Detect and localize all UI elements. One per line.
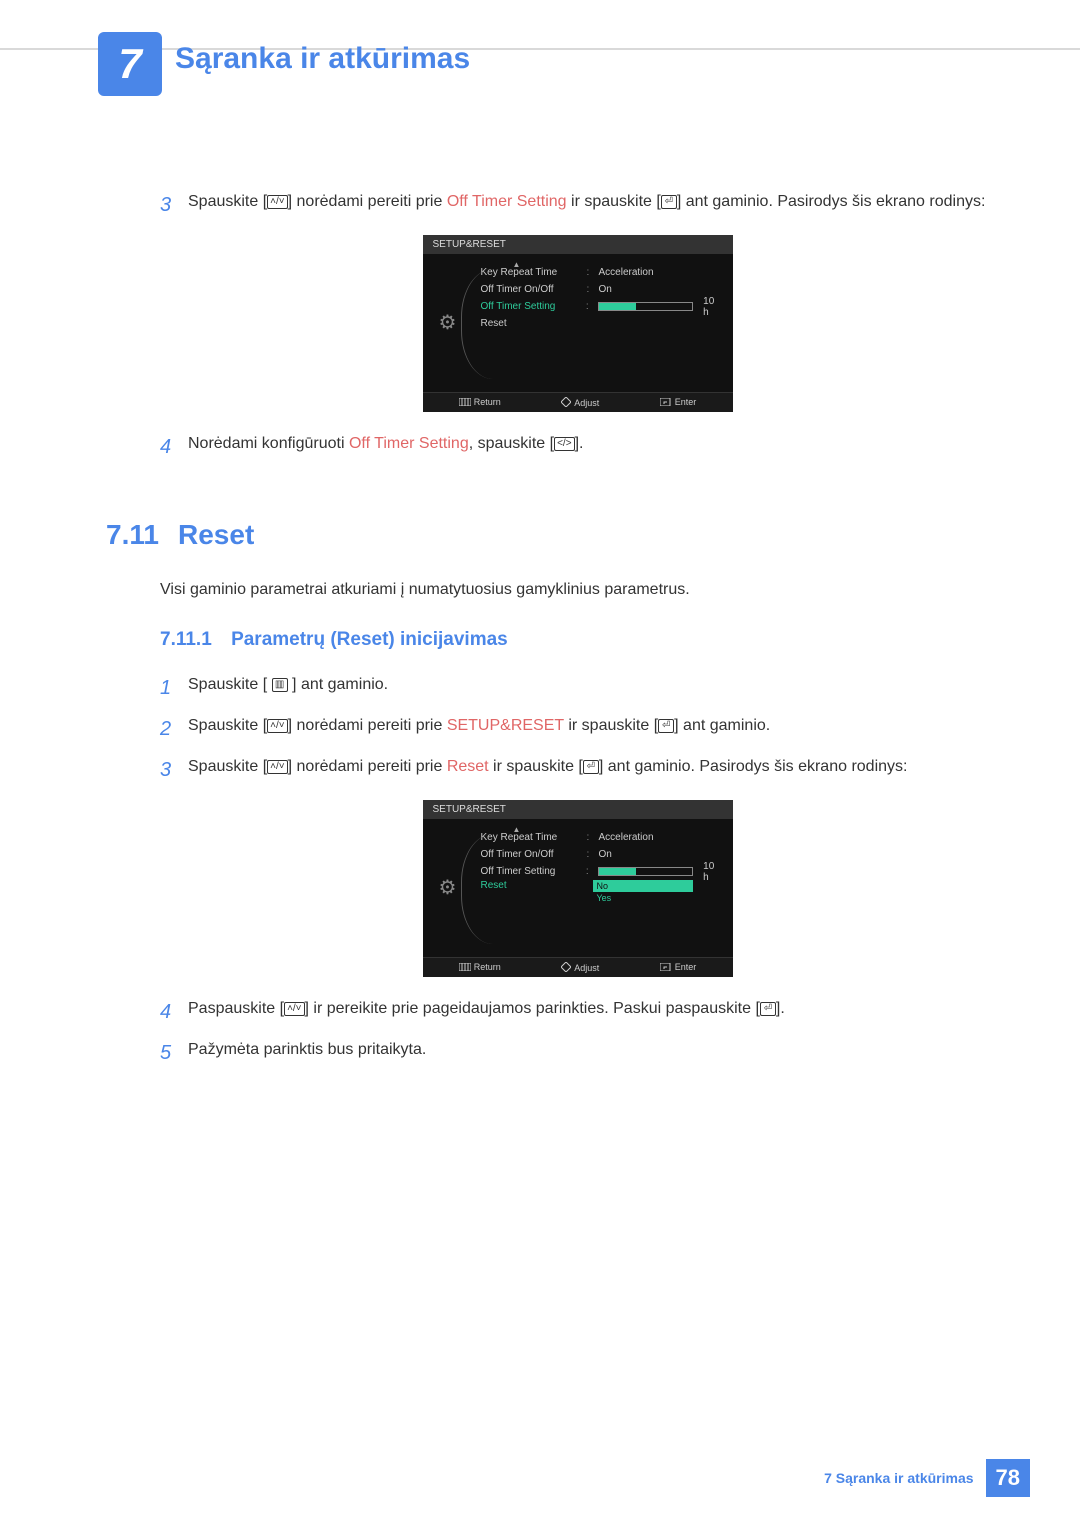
osd-slider — [598, 302, 693, 311]
gear-icon: ⚙ — [439, 875, 457, 900]
osd-footer: Return Adjust Enter — [423, 957, 733, 977]
chapter-number-badge: 7 — [98, 32, 162, 96]
section-number: 7.11 — [106, 519, 160, 551]
step-number: 3 — [160, 190, 188, 221]
page-content: 3 Spauskite [˄/˅] norėdami pereiti prie … — [160, 190, 995, 1079]
osd-value: Acceleration — [599, 267, 654, 278]
osd-row-off-timer-onoff: Off Timer On/Off : On — [481, 281, 723, 298]
step-number: 4 — [160, 432, 188, 463]
section-heading: 7.11 Reset — [106, 519, 995, 551]
osd-slider-fill — [599, 303, 636, 310]
osd-scroll-up-icon: ▲ — [513, 825, 521, 834]
osd-label-selected: Reset — [481, 880, 581, 891]
step-text: Spauskite [˄/˅] norėdami pereiti prie Re… — [188, 755, 995, 786]
step-text: Spauskite [˄/˅] norėdami pereiti prie SE… — [188, 714, 995, 745]
step-b4: 4 Paspauskite [˄/˅] ir pereikite prie pa… — [160, 997, 995, 1028]
osd-label: Key Repeat Time — [481, 832, 581, 843]
osd-slider-value: 10 h — [703, 861, 722, 883]
osd-slider-value: 10 h — [703, 296, 722, 318]
osd-label: Off Timer On/Off — [481, 849, 581, 860]
osd-label: Reset — [481, 318, 581, 329]
osd-value: On — [599, 849, 612, 860]
leftright-icon: </> — [554, 437, 574, 451]
step-b3: 3 Spauskite [˄/˅] norėdami pereiti prie … — [160, 755, 995, 786]
updown-icon: ˄/˅ — [284, 1002, 304, 1016]
step-b1: 1 Spauskite [ ▥ ] ant gaminio. — [160, 673, 995, 704]
subsection-heading: 7.11.1 Parametrų (Reset) inicijavimas — [160, 629, 995, 651]
osd-dropdown-yes: Yes — [593, 892, 693, 904]
osd-label: Off Timer On/Off — [481, 284, 581, 295]
osd-row-off-timer-setting: Off Timer Setting : 10 h — [481, 863, 723, 880]
osd-figure-2: SETUP&RESET ▲ ⚙ Key Repeat Time : Accele… — [160, 800, 995, 977]
osd-arc-decoration — [461, 834, 493, 944]
osd-footer-enter: Enter — [660, 962, 697, 973]
step-number: 2 — [160, 714, 188, 745]
step-b2: 2 Spauskite [˄/˅] norėdami pereiti prie … — [160, 714, 995, 745]
enter-icon: ⏎ — [661, 195, 677, 209]
osd-arc-decoration — [461, 269, 493, 379]
step-text: Spauskite [ ▥ ] ant gaminio. — [188, 673, 995, 704]
step-text: Pažymėta parinktis bus pritaikyta. — [188, 1038, 995, 1069]
subsection-title: Parametrų (Reset) inicijavimas — [231, 629, 508, 650]
section-description: Visi gaminio parametrai atkuriami į numa… — [160, 581, 995, 599]
osd-header: SETUP&RESET — [423, 235, 733, 254]
subsection-number: 7.11.1 — [160, 629, 212, 650]
footer-chapter-ref: 7 Sąranka ir atkūrimas — [824, 1470, 973, 1486]
updown-icon: ˄/˅ — [267, 760, 287, 774]
osd-row-reset: Reset No Yes — [481, 880, 723, 897]
step-text: Spauskite [˄/˅] norėdami pereiti prie Of… — [188, 190, 995, 221]
chapter-title: Sąranka ir atkūrimas — [175, 42, 470, 76]
osd-footer-adjust: Adjust — [561, 962, 599, 973]
menu-icon: ▥ — [272, 678, 288, 692]
osd-dropdown-no: No — [593, 880, 693, 892]
highlight-setup-reset: SETUP&RESET — [447, 717, 564, 734]
osd-label: Off Timer Setting — [481, 866, 580, 877]
section-title: Reset — [178, 519, 254, 551]
osd-value: Acceleration — [599, 832, 654, 843]
osd-row-off-timer-onoff: Off Timer On/Off : On — [481, 846, 723, 863]
enter-icon: ⏎ — [583, 760, 599, 774]
osd-body: ▲ ⚙ Key Repeat Time : Acceleration Off T… — [423, 819, 733, 957]
enter-icon: ⏎ — [760, 1002, 776, 1016]
osd-panel: SETUP&RESET ▲ ⚙ Key Repeat Time : Accele… — [423, 235, 733, 412]
osd-footer-adjust: Adjust — [561, 397, 599, 408]
osd-footer: Return Adjust Enter — [423, 392, 733, 412]
osd-dropdown: No Yes — [593, 880, 693, 904]
osd-footer-enter: Enter — [660, 397, 697, 408]
gear-icon: ⚙ — [439, 310, 457, 335]
osd-slider — [598, 867, 693, 876]
osd-body: ▲ ⚙ Key Repeat Time : Acceleration Off T… — [423, 254, 733, 392]
osd-panel: SETUP&RESET ▲ ⚙ Key Repeat Time : Accele… — [423, 800, 733, 977]
step-a3: 3 Spauskite [˄/˅] norėdami pereiti prie … — [160, 190, 995, 221]
osd-scroll-up-icon: ▲ — [513, 260, 521, 269]
highlight-off-timer-setting: Off Timer Setting — [447, 193, 567, 210]
osd-footer-return: Return — [459, 962, 501, 973]
header-rule — [0, 48, 1080, 50]
osd-value: On — [599, 284, 612, 295]
osd-row-reset: Reset — [481, 315, 723, 332]
highlight-reset: Reset — [447, 758, 489, 775]
osd-figure-1: SETUP&RESET ▲ ⚙ Key Repeat Time : Accele… — [160, 235, 995, 412]
osd-footer-return: Return — [459, 397, 501, 408]
step-text: Paspauskite [˄/˅] ir pereikite prie page… — [188, 997, 995, 1028]
page-footer: 7 Sąranka ir atkūrimas 78 — [824, 1459, 1030, 1497]
chapter-number: 7 — [118, 40, 141, 88]
step-number: 5 — [160, 1038, 188, 1069]
footer-page-number: 78 — [986, 1459, 1030, 1497]
updown-icon: ˄/˅ — [267, 195, 287, 209]
enter-icon: ⏎ — [658, 719, 674, 733]
osd-header: SETUP&RESET — [423, 800, 733, 819]
step-text: Norėdami konfigūruoti Off Timer Setting,… — [188, 432, 995, 463]
step-number: 1 — [160, 673, 188, 704]
osd-row-off-timer-setting: Off Timer Setting : 10 h — [481, 298, 723, 315]
step-number: 3 — [160, 755, 188, 786]
osd-label: Key Repeat Time — [481, 267, 581, 278]
updown-icon: ˄/˅ — [267, 719, 287, 733]
highlight-off-timer-setting: Off Timer Setting — [349, 435, 469, 452]
step-a4: 4 Norėdami konfigūruoti Off Timer Settin… — [160, 432, 995, 463]
osd-label-selected: Off Timer Setting — [481, 301, 580, 312]
step-b5: 5 Pažymėta parinktis bus pritaikyta. — [160, 1038, 995, 1069]
step-number: 4 — [160, 997, 188, 1028]
